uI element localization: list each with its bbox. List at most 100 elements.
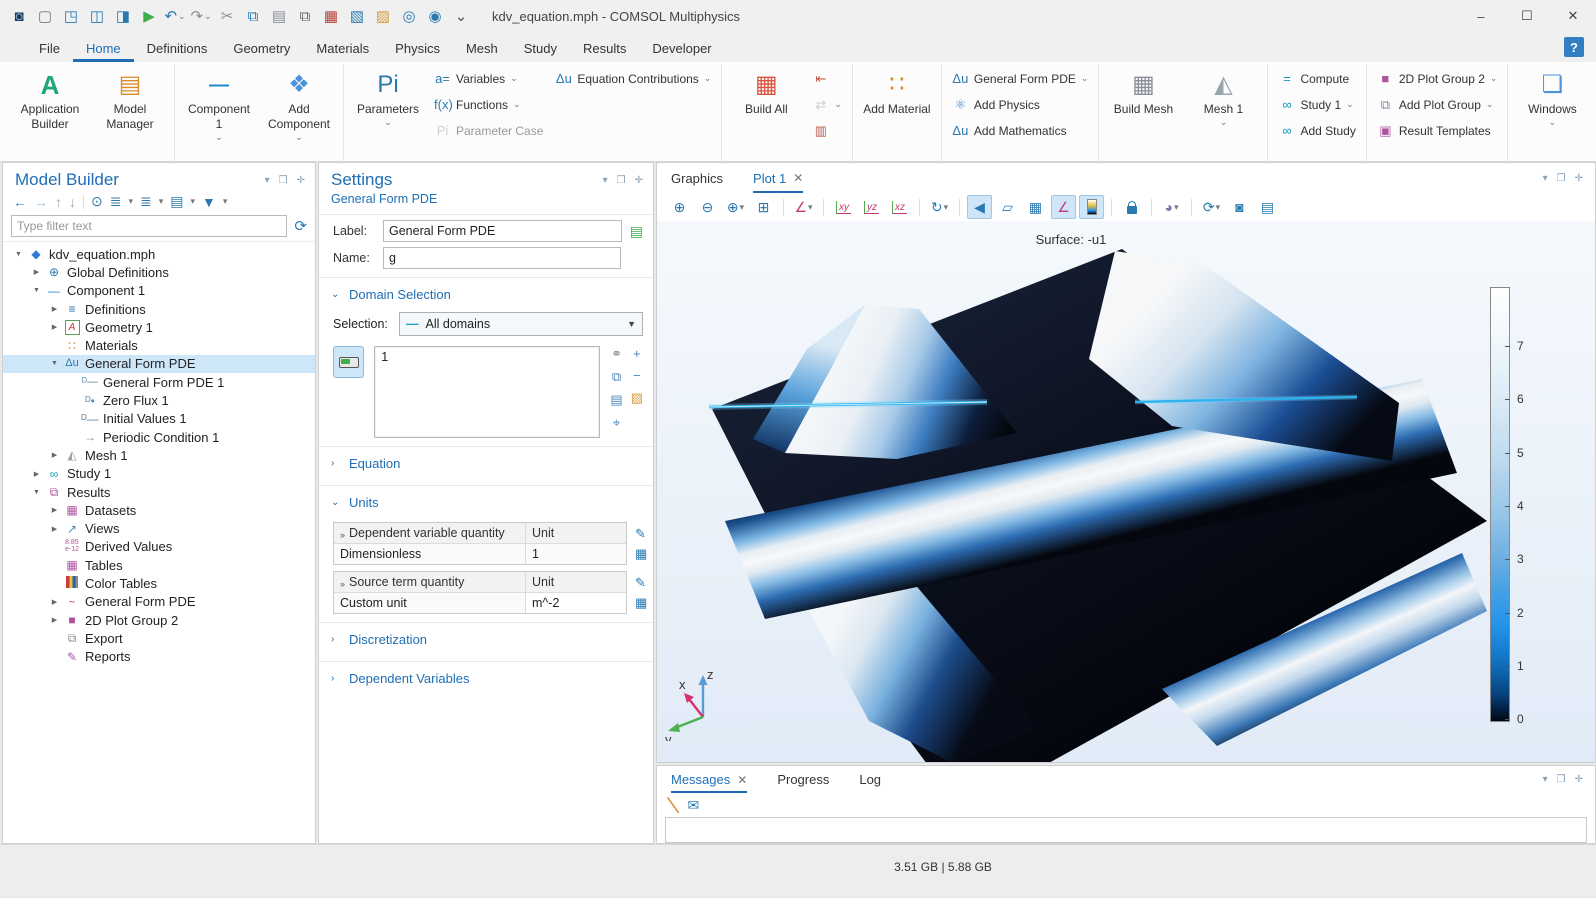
messages-tab-messages[interactable]: Messages✕ <box>671 766 747 793</box>
ribbon-item-add-physics[interactable]: ⚛Add Physics <box>950 92 1091 117</box>
section-domain-selection[interactable]: ⌄Domain Selection <box>319 277 653 308</box>
selection-list[interactable]: 1 <box>374 346 600 438</box>
ribbon-item-equation-contributions[interactable]: ΔuEquation Contributions⌄ <box>553 66 713 91</box>
tree-expander[interactable]: ▼ <box>29 489 44 496</box>
tree-expander[interactable]: ▶ <box>47 305 62 313</box>
orientation-icon[interactable]: ∠ <box>1051 195 1076 219</box>
print-icon[interactable]: ▤ <box>1255 195 1280 219</box>
tree-item-2d-plot-group-2[interactable]: ▶■2D Plot Group 2 <box>3 611 315 629</box>
tree-item-results[interactable]: ▼⧉Results <box>3 483 315 501</box>
tree-expander[interactable]: ▶ <box>47 598 62 606</box>
edit-unit-icon[interactable]: ✎ <box>635 526 647 542</box>
ribbon-item-add-component[interactable]: ❖Add Component⌄ <box>263 66 335 143</box>
close-tab-icon[interactable]: ✕ <box>793 171 803 185</box>
move-down-icon[interactable]: ↓ <box>69 194 76 210</box>
ribbon-item-application-builder[interactable]: AApplication Builder <box>14 66 86 132</box>
tree-item-materials[interactable]: ∷Materials <box>3 336 315 354</box>
edit-unit-icon[interactable]: ✎ <box>635 575 647 591</box>
pin-panel-icon[interactable]: ✛ <box>297 175 305 186</box>
table-cell[interactable]: 1 <box>526 544 626 564</box>
section-dependent-variables[interactable]: ›Dependent Variables <box>319 661 653 692</box>
message-table-icon[interactable]: ✉ <box>687 797 699 814</box>
sort-icon[interactable]: » <box>340 530 345 540</box>
update-icon[interactable]: ⟳▾ <box>1199 195 1224 219</box>
menu-tab-results[interactable]: Results <box>570 32 639 62</box>
expand-icon[interactable]: ≣ <box>110 193 122 210</box>
save-icon[interactable]: ◫ <box>84 3 110 29</box>
ribbon-item-windows[interactable]: ❏Windows⌄ <box>1516 66 1588 128</box>
section-discretization[interactable]: ›Discretization <box>319 622 653 653</box>
section-units[interactable]: ⌄Units <box>319 485 653 516</box>
run-icon[interactable]: ▶ <box>136 3 162 29</box>
menu-tab-study[interactable]: Study <box>511 32 570 62</box>
tree-expander[interactable]: ▼ <box>29 287 44 294</box>
paste-icon[interactable]: ▤ <box>266 3 292 29</box>
tree-item-global-definitions[interactable]: ▶⊕Global Definitions <box>3 263 315 281</box>
pin-panel-icon[interactable]: ✛ <box>1575 774 1583 785</box>
tree-expander[interactable]: ▶ <box>47 451 62 459</box>
menu-tab-materials[interactable]: Materials <box>303 32 382 62</box>
menu-tab-mesh[interactable]: Mesh <box>453 32 511 62</box>
open-file-icon[interactable]: ◳ <box>58 3 84 29</box>
tree-expander[interactable]: ▶ <box>29 470 44 478</box>
panel-menu-icon[interactable]: ▾ <box>1543 173 1548 184</box>
close-button[interactable]: ✕ <box>1550 0 1596 32</box>
ribbon-item-build-mesh[interactable]: ▦Build Mesh <box>1107 66 1179 117</box>
transparency-icon[interactable]: ▱ <box>995 195 1020 219</box>
appearance-icon[interactable]: ◕▾ <box>1159 195 1184 219</box>
ribbon-item-2d-plot-group-2[interactable]: ■2D Plot Group 2⌄ <box>1375 66 1500 91</box>
add-to-selection-icon[interactable]: + <box>631 346 643 361</box>
preview-icon[interactable]: ◉ <box>422 3 448 29</box>
refresh-icon[interactable]: ⟳ <box>294 217 307 235</box>
copy-selection-icon[interactable]: ⧉ <box>610 369 622 385</box>
active-toggle-button[interactable] <box>333 346 364 378</box>
ribbon-item-add-study[interactable]: ∞Add Study <box>1276 118 1357 143</box>
tree-item-periodic-condition-1[interactable]: →Periodic Condition 1 <box>3 428 315 446</box>
tree-item-definitions[interactable]: ▶≡Definitions <box>3 300 315 318</box>
zoom-out-icon[interactable]: ⊖ <box>695 195 720 219</box>
menu-tab-definitions[interactable]: Definitions <box>134 32 221 62</box>
tree-item-color-tables[interactable]: Color Tables <box>3 574 315 592</box>
deselect-icon[interactable]: ▨ <box>370 3 396 29</box>
cut-icon[interactable]: ✂ <box>214 3 240 29</box>
duplicate-icon[interactable]: ⧉ <box>292 3 318 29</box>
ribbon-item-import-geometry-icon[interactable]: ⇤ <box>810 66 844 91</box>
zoom-box-icon[interactable]: ⊕▾ <box>723 195 748 219</box>
redo-icon[interactable]: ↷⌄ <box>188 3 214 29</box>
ribbon-item-partition-icon[interactable]: ▥ <box>810 118 844 143</box>
messages-output[interactable] <box>665 817 1587 843</box>
messages-tab-progress[interactable]: Progress <box>777 766 829 793</box>
delete-icon[interactable]: ▦ <box>318 3 344 29</box>
ribbon-item-general-form-pde[interactable]: ΔuGeneral Form PDE⌄ <box>950 66 1091 91</box>
menu-tab-developer[interactable]: Developer <box>639 32 724 62</box>
collapse-icon[interactable]: ≣ <box>140 193 152 210</box>
messages-tab-log[interactable]: Log <box>859 766 881 793</box>
tree-item-study-1[interactable]: ▶∞Study 1 <box>3 465 315 483</box>
show-icon[interactable]: ⊙ <box>91 193 103 210</box>
table-cell[interactable]: Custom unit <box>334 593 526 613</box>
filter-icon[interactable]: ▼ <box>202 194 216 210</box>
ribbon-item-mesh-1[interactable]: ◭Mesh 1⌄ <box>1187 66 1259 128</box>
scene-light-icon[interactable]: ◀ <box>967 195 992 219</box>
tree-item-general-form-pde[interactable]: ▼ΔuGeneral Form PDE <box>3 355 315 373</box>
tree-item-component-1[interactable]: ▼—Component 1 <box>3 282 315 300</box>
label-field[interactable] <box>383 220 622 242</box>
tree-item-general-form-pde[interactable]: ▶~General Form PDE <box>3 593 315 611</box>
lock-icon[interactable] <box>1119 195 1144 219</box>
tree-item-kdv_equation.mph[interactable]: ▼◆kdv_equation.mph <box>3 245 315 263</box>
ribbon-item-result-templates[interactable]: ▣Result Templates <box>1375 118 1500 143</box>
view-xy-icon[interactable]: xy <box>831 195 856 219</box>
clear-messages-icon[interactable]: ╲ <box>668 796 679 814</box>
tree-filter-input[interactable] <box>11 215 287 237</box>
unit-table-icon[interactable]: ▦ <box>635 546 647 562</box>
tree-expander[interactable]: ▶ <box>29 268 44 276</box>
panel-menu-icon[interactable]: ▾ <box>265 175 270 186</box>
default-view-icon[interactable]: ∠▾ <box>791 195 816 219</box>
rename-node-icon[interactable]: ▤ <box>630 223 643 240</box>
select-icon[interactable]: ▧ <box>344 3 370 29</box>
tree-item-views[interactable]: ▶↗Views <box>3 519 315 537</box>
tree-item-initial-values-1[interactable]: ᴰ—Initial Values 1 <box>3 410 315 428</box>
move-up-icon[interactable]: ↑ <box>55 194 62 210</box>
legend-icon[interactable] <box>1079 195 1104 219</box>
name-field[interactable] <box>383 247 621 269</box>
